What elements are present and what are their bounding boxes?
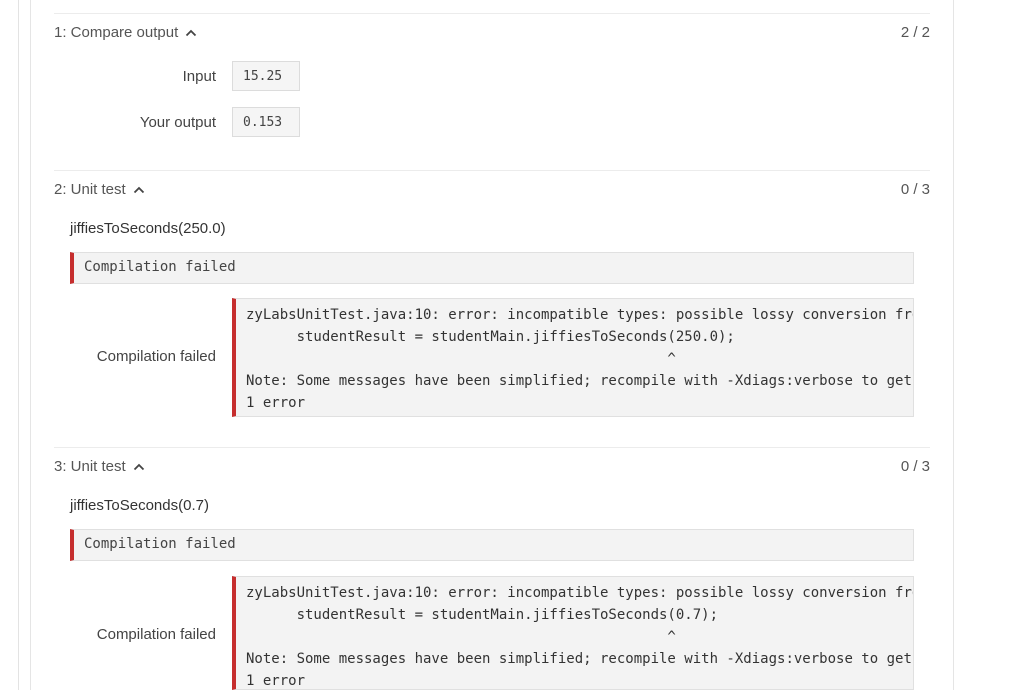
section-divider bbox=[54, 447, 930, 448]
section-title: 3: Unit test bbox=[54, 458, 126, 475]
your-output-value: 0.153 bbox=[232, 107, 300, 137]
unit-test-name: jiffiesToSeconds(0.7) bbox=[70, 497, 209, 514]
section-title: 1: Compare output bbox=[54, 24, 179, 41]
section-toggle-unit-test-2[interactable]: 2: Unit test bbox=[54, 181, 146, 198]
compiler-output: zyLabsUnitTest.java:10: error: incompati… bbox=[232, 576, 914, 690]
code-line: zyLabsUnitTest.java:10: error: incompati… bbox=[246, 307, 913, 323]
code-line: Note: Some messages have been simplified… bbox=[246, 651, 912, 667]
section-score: 0 / 3 bbox=[900, 181, 930, 198]
section-header-compare-output: 1: Compare output 2 / 2 bbox=[54, 24, 930, 46]
compiler-output: zyLabsUnitTest.java:10: error: incompati… bbox=[232, 298, 914, 417]
section-toggle-unit-test-3[interactable]: 3: Unit test bbox=[54, 458, 146, 475]
section-header-unit-test-3: 3: Unit test 0 / 3 bbox=[54, 458, 930, 480]
section-toggle-compare-output[interactable]: 1: Compare output bbox=[54, 24, 198, 41]
compilation-failed-banner: Compilation failed bbox=[70, 252, 914, 284]
unit-test-name: jiffiesToSeconds(250.0) bbox=[70, 220, 226, 237]
code-line: ^ bbox=[246, 629, 676, 645]
section-score: 2 / 2 bbox=[900, 24, 930, 41]
section-divider bbox=[54, 13, 930, 14]
compilation-failed-label: Compilation failed bbox=[96, 626, 216, 643]
chevron-up-icon bbox=[133, 463, 144, 470]
section-score: 0 / 3 bbox=[900, 458, 930, 475]
chevron-up-icon bbox=[186, 29, 197, 36]
your-output-label: Your output bbox=[139, 114, 216, 131]
code-line: ^ bbox=[246, 351, 676, 367]
code-line: Note: Some messages have been simplified… bbox=[246, 373, 912, 389]
code-line: zyLabsUnitTest.java:10: error: incompati… bbox=[246, 585, 913, 601]
compilation-failed-label: Compilation failed bbox=[96, 348, 216, 365]
code-line: studentResult = studentMain.jiffiesToSec… bbox=[246, 607, 719, 623]
section-divider bbox=[54, 170, 930, 171]
code-line: 1 error bbox=[246, 673, 306, 689]
code-line: 1 error bbox=[246, 395, 306, 411]
chevron-up-icon bbox=[133, 186, 144, 193]
code-line: studentResult = studentMain.jiffiesToSec… bbox=[246, 329, 735, 345]
section-header-unit-test-2: 2: Unit test 0 / 3 bbox=[54, 181, 930, 203]
input-label: Input bbox=[182, 68, 216, 85]
input-value: 15.25 bbox=[232, 61, 300, 91]
compilation-failed-banner: Compilation failed bbox=[70, 529, 914, 561]
section-title: 2: Unit test bbox=[54, 181, 126, 198]
